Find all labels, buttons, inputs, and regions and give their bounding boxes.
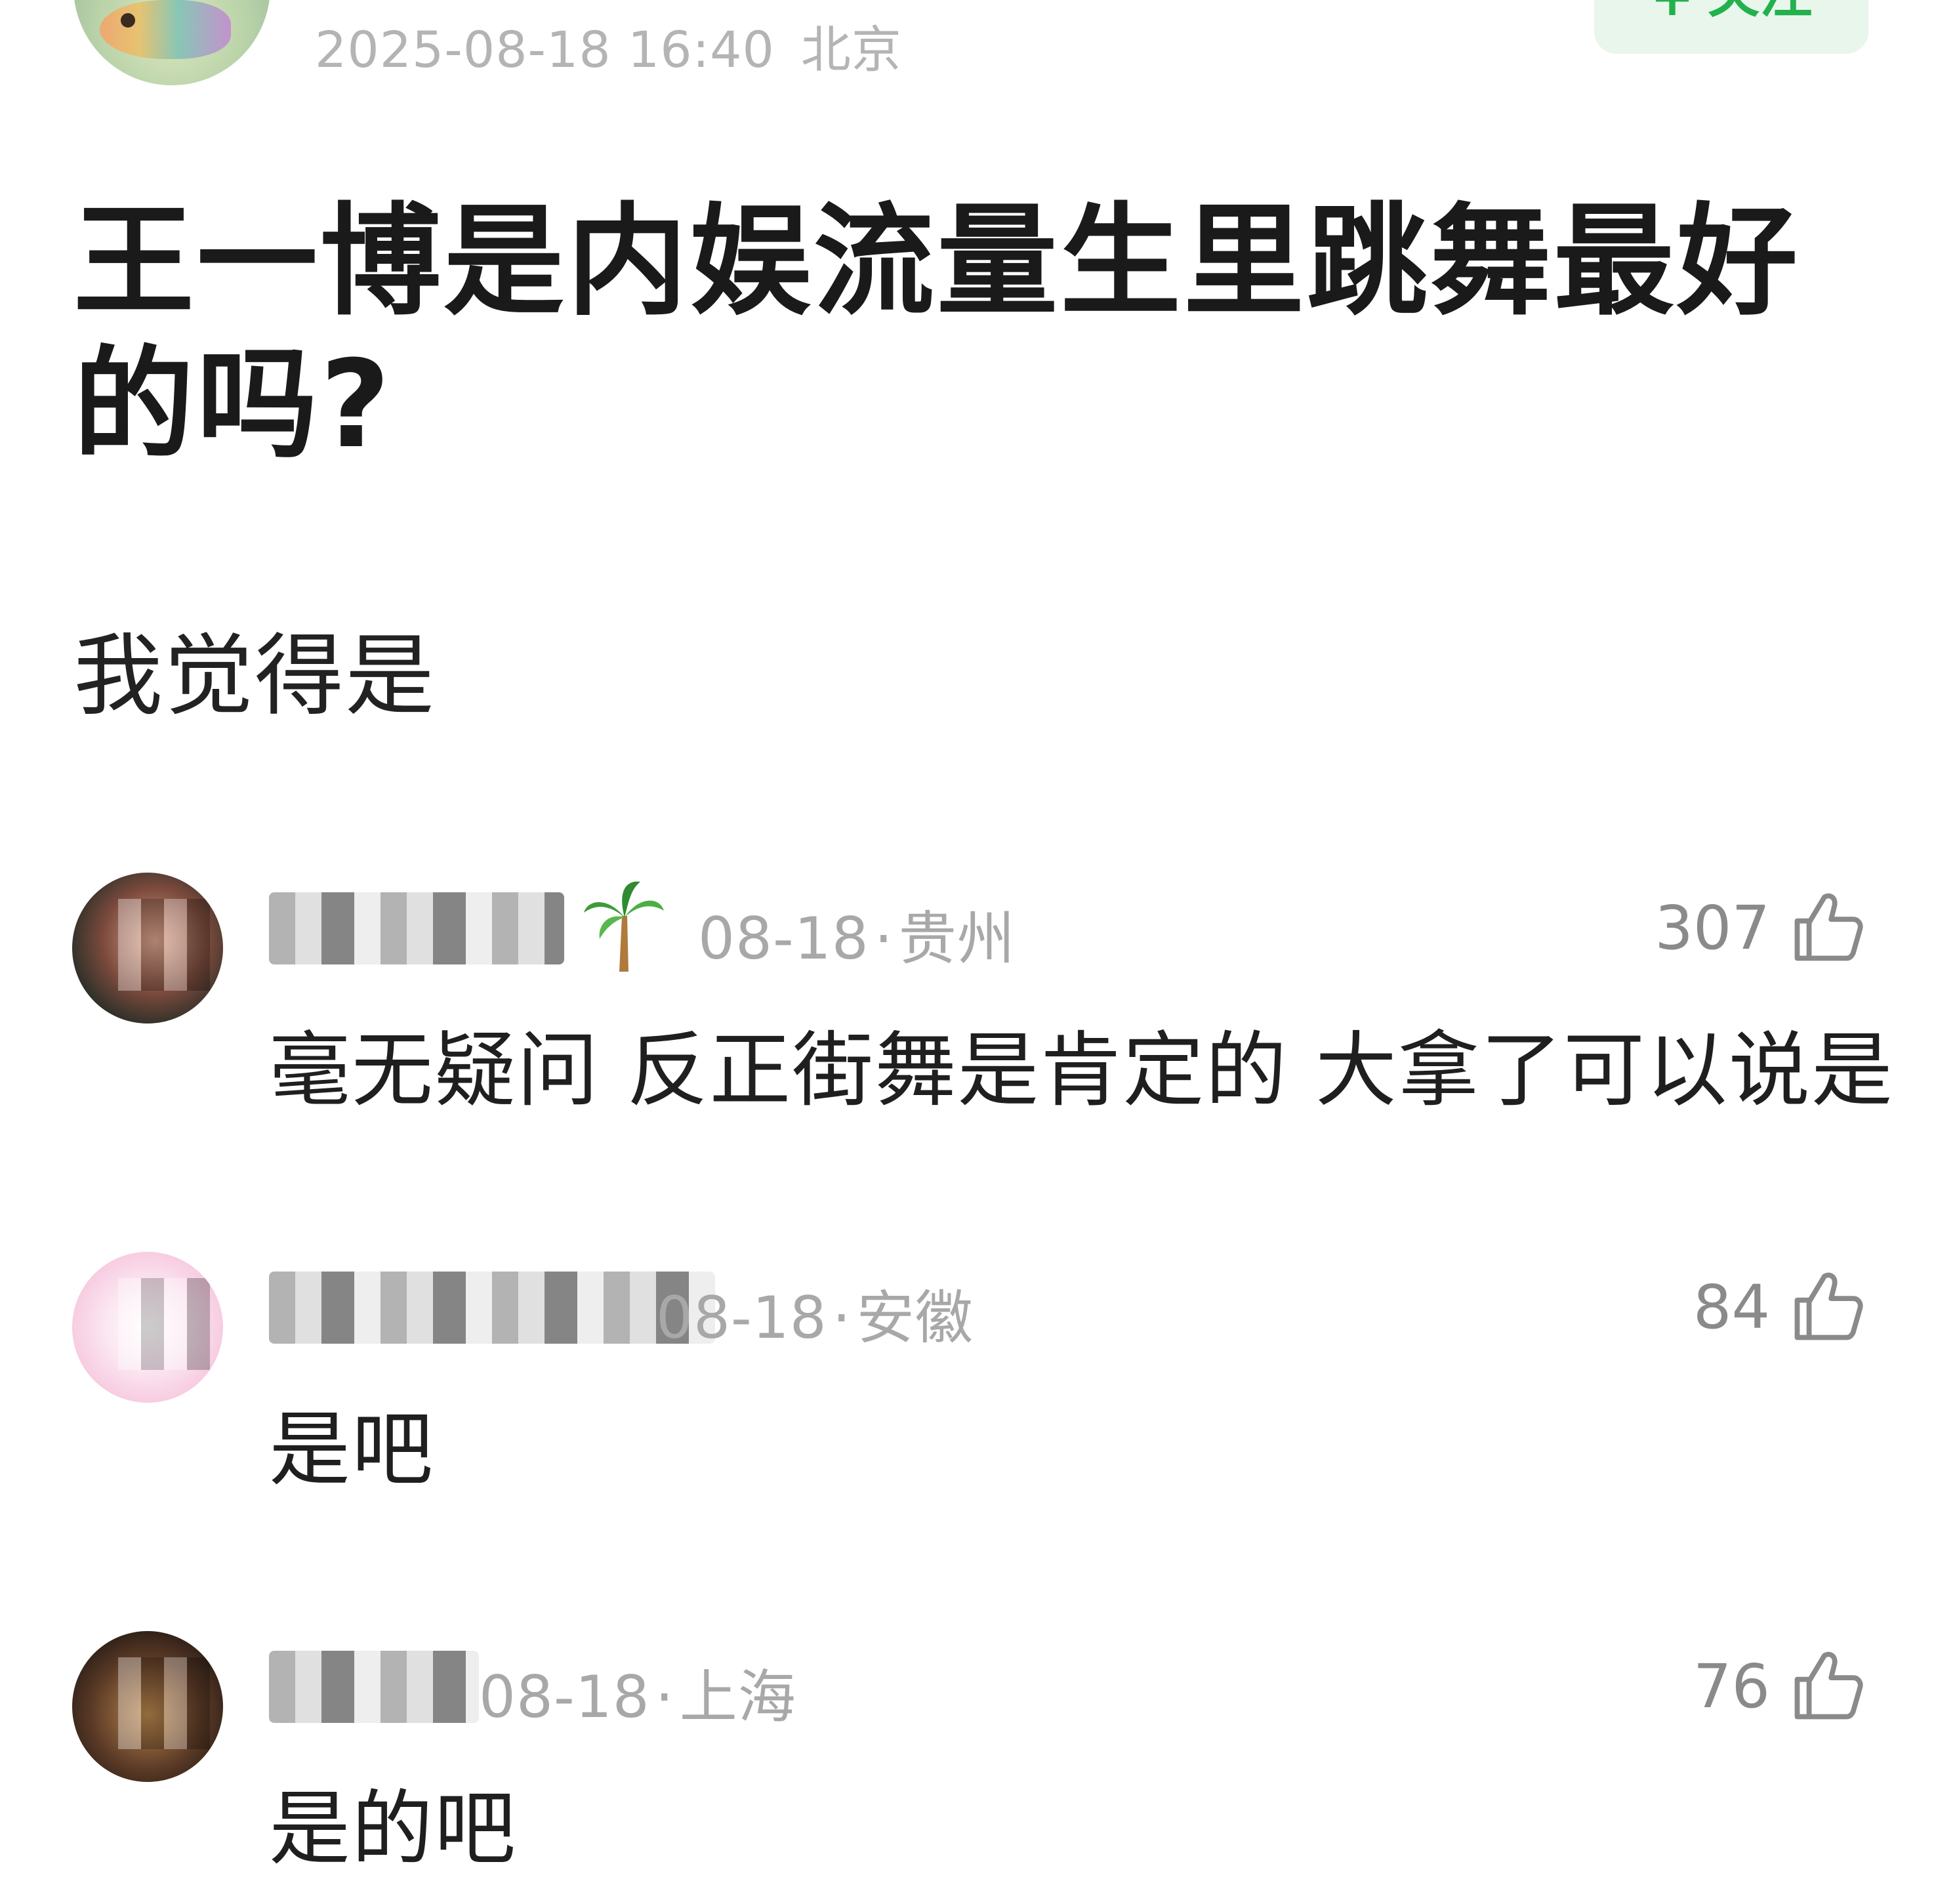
follow-label: 关注	[1708, 0, 1813, 28]
thumbs-up-icon	[1794, 1272, 1863, 1340]
commenter-name-redacted[interactable]	[269, 892, 564, 964]
post-content: 我觉得是	[73, 625, 436, 728]
comment-meta: 08-18·贵州	[698, 892, 1016, 976]
meta-separator: ·	[832, 1284, 852, 1352]
avatar-mosaic	[118, 899, 210, 991]
post-meta: 2025-08-18 16:40 北京	[315, 9, 902, 81]
post-title: 王一博是内娱流量生里跳舞最好的吗?	[73, 192, 1801, 475]
fish-illustration	[100, 0, 231, 59]
comment-date: 08-18	[656, 1284, 827, 1352]
thumbs-up-icon	[1794, 1651, 1863, 1720]
comment-location: 上海	[679, 1663, 796, 1731]
commenter-name-redacted[interactable]	[269, 1651, 479, 1723]
commenter-name-redacted[interactable]	[269, 1272, 715, 1344]
avatar-mosaic	[118, 1278, 210, 1370]
commenter-avatar[interactable]	[72, 1252, 223, 1403]
like-button[interactable]: 76	[1693, 1645, 1868, 1727]
comment-date: 08-18	[698, 905, 869, 972]
post-header: 2025-08-18 16:40 北京 + 关注	[0, 0, 1934, 92]
like-count: 76	[1693, 1651, 1770, 1722]
comment-text: 是吧	[269, 1403, 435, 1497]
comment-location: 安徽	[856, 1284, 974, 1352]
meta-separator: ·	[874, 905, 894, 972]
post-location: 北京	[800, 20, 902, 79]
plus-icon: +	[1650, 0, 1694, 28]
like-button[interactable]: 307	[1655, 887, 1868, 968]
comment-item: 08-18·安徽 84 是吧	[0, 1252, 1934, 1514]
comment-item: 08-18·上海 76 是的吧	[0, 1631, 1934, 1894]
palm-tree-icon	[584, 881, 664, 972]
like-count: 84	[1693, 1272, 1770, 1342]
commenter-avatar[interactable]	[72, 1631, 223, 1782]
comment-location: 贵州	[898, 905, 1016, 972]
comment-text: 是的吧	[269, 1782, 518, 1876]
follow-button[interactable]: + 关注	[1594, 0, 1868, 54]
post-timestamp: 2025-08-18 16:40	[315, 20, 775, 79]
comment-meta: 08-18·安徽	[656, 1272, 974, 1355]
meta-separator: ·	[655, 1663, 674, 1731]
fish-eye	[121, 13, 135, 28]
avatar-mosaic	[118, 1657, 210, 1749]
comment-meta: 08-18·上海	[479, 1651, 796, 1734]
comment-text: 毫无疑问 反正街舞是肯定的 大拿了可以说是	[269, 1024, 1894, 1118]
author-avatar[interactable]	[73, 0, 270, 85]
like-button[interactable]: 84	[1693, 1266, 1868, 1348]
thumbs-up-icon	[1794, 893, 1863, 961]
comment-item: 08-18·贵州 307 毫无疑问 反正街舞是肯定的 大拿了可以说是	[0, 873, 1934, 1135]
comment-date: 08-18	[479, 1663, 650, 1731]
commenter-avatar[interactable]	[72, 873, 223, 1024]
like-count: 307	[1655, 892, 1770, 963]
